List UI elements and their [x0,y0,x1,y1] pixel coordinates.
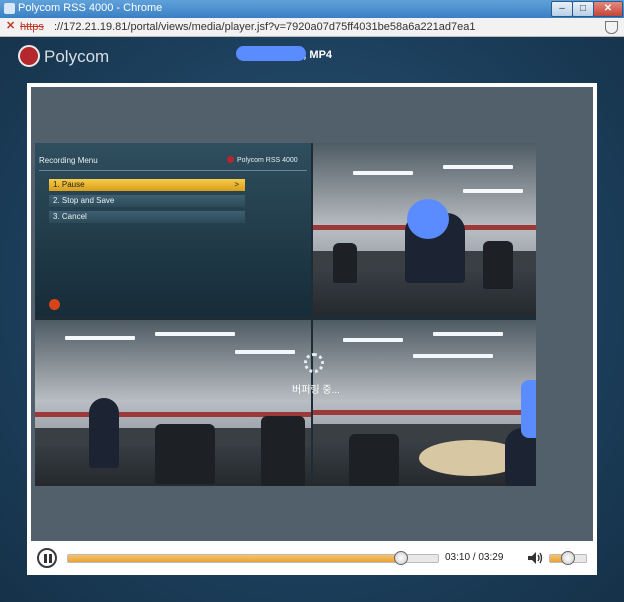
camera-view-bottom-left [35,320,311,486]
menu-item-pause: 1. Pause > [49,179,245,191]
media-player: Recording Menu Polycom RSS 4000 1. Pause… [27,83,597,575]
current-time: 03:10 [445,552,471,563]
time-readout: 03:10 / 03:29 [445,552,504,563]
seek-bar-fill [68,555,401,562]
app-icon [4,3,15,14]
video-frame: Recording Menu Polycom RSS 4000 1. Pause… [35,143,536,486]
duration: 03:29 [478,552,504,563]
camera-view-top-right [313,143,536,316]
chevron-right-icon: > [234,180,239,189]
window-title: Polycom RSS 4000 - Chrome [18,2,163,14]
pause-button[interactable] [37,548,57,568]
polycom-logo-text: Polycom [44,47,110,66]
polycom-mark-icon [227,156,234,163]
buffering-text: 버퍼링 중... [292,385,340,396]
redaction-mark [236,46,306,61]
not-secure-lock-icon[interactable]: ✕ [6,21,17,32]
camera-view-bottom-right [313,320,536,486]
face-redaction [407,199,449,239]
window-titlebar: Polycom RSS 4000 - Chrome – □ ✕ [0,0,624,18]
video-area[interactable]: Recording Menu Polycom RSS 4000 1. Pause… [31,87,593,541]
maximize-button[interactable]: □ [572,1,594,17]
volume-slider[interactable] [549,551,587,565]
minimize-button[interactable]: – [551,1,573,17]
close-button[interactable]: ✕ [593,1,623,17]
shield-icon[interactable] [605,21,618,34]
menu-item-stop-and-save: 2. Stop and Save [49,195,245,207]
loading-spinner-icon [304,353,324,373]
volume-handle[interactable] [561,551,575,565]
menu-item-cancel: 3. Cancel [49,211,245,223]
url-text: ://172.21.19.81/portal/views/media/playe… [54,21,476,33]
address-bar[interactable]: ✕ https ://172.21.19.81/portal/views/med… [0,18,624,37]
recording-menu: Recording Menu Polycom RSS 4000 1. Pause… [35,143,311,316]
player-controls: 03:10 / 03:29 [31,541,593,575]
player-page: Polycom 08084021350, MP4 Recording Menu … [0,37,624,602]
divider [39,170,307,171]
seek-bar[interactable] [67,551,439,565]
recording-menu-brand: Polycom RSS 4000 [227,156,298,164]
url-protocol: https [20,21,44,33]
face-redaction [521,380,536,438]
volume-icon[interactable] [527,551,543,565]
seek-handle[interactable] [394,551,408,565]
recording-menu-title: Recording Menu [39,156,98,165]
polycom-logo-mark-icon [18,45,40,67]
record-indicator-icon [49,299,60,310]
